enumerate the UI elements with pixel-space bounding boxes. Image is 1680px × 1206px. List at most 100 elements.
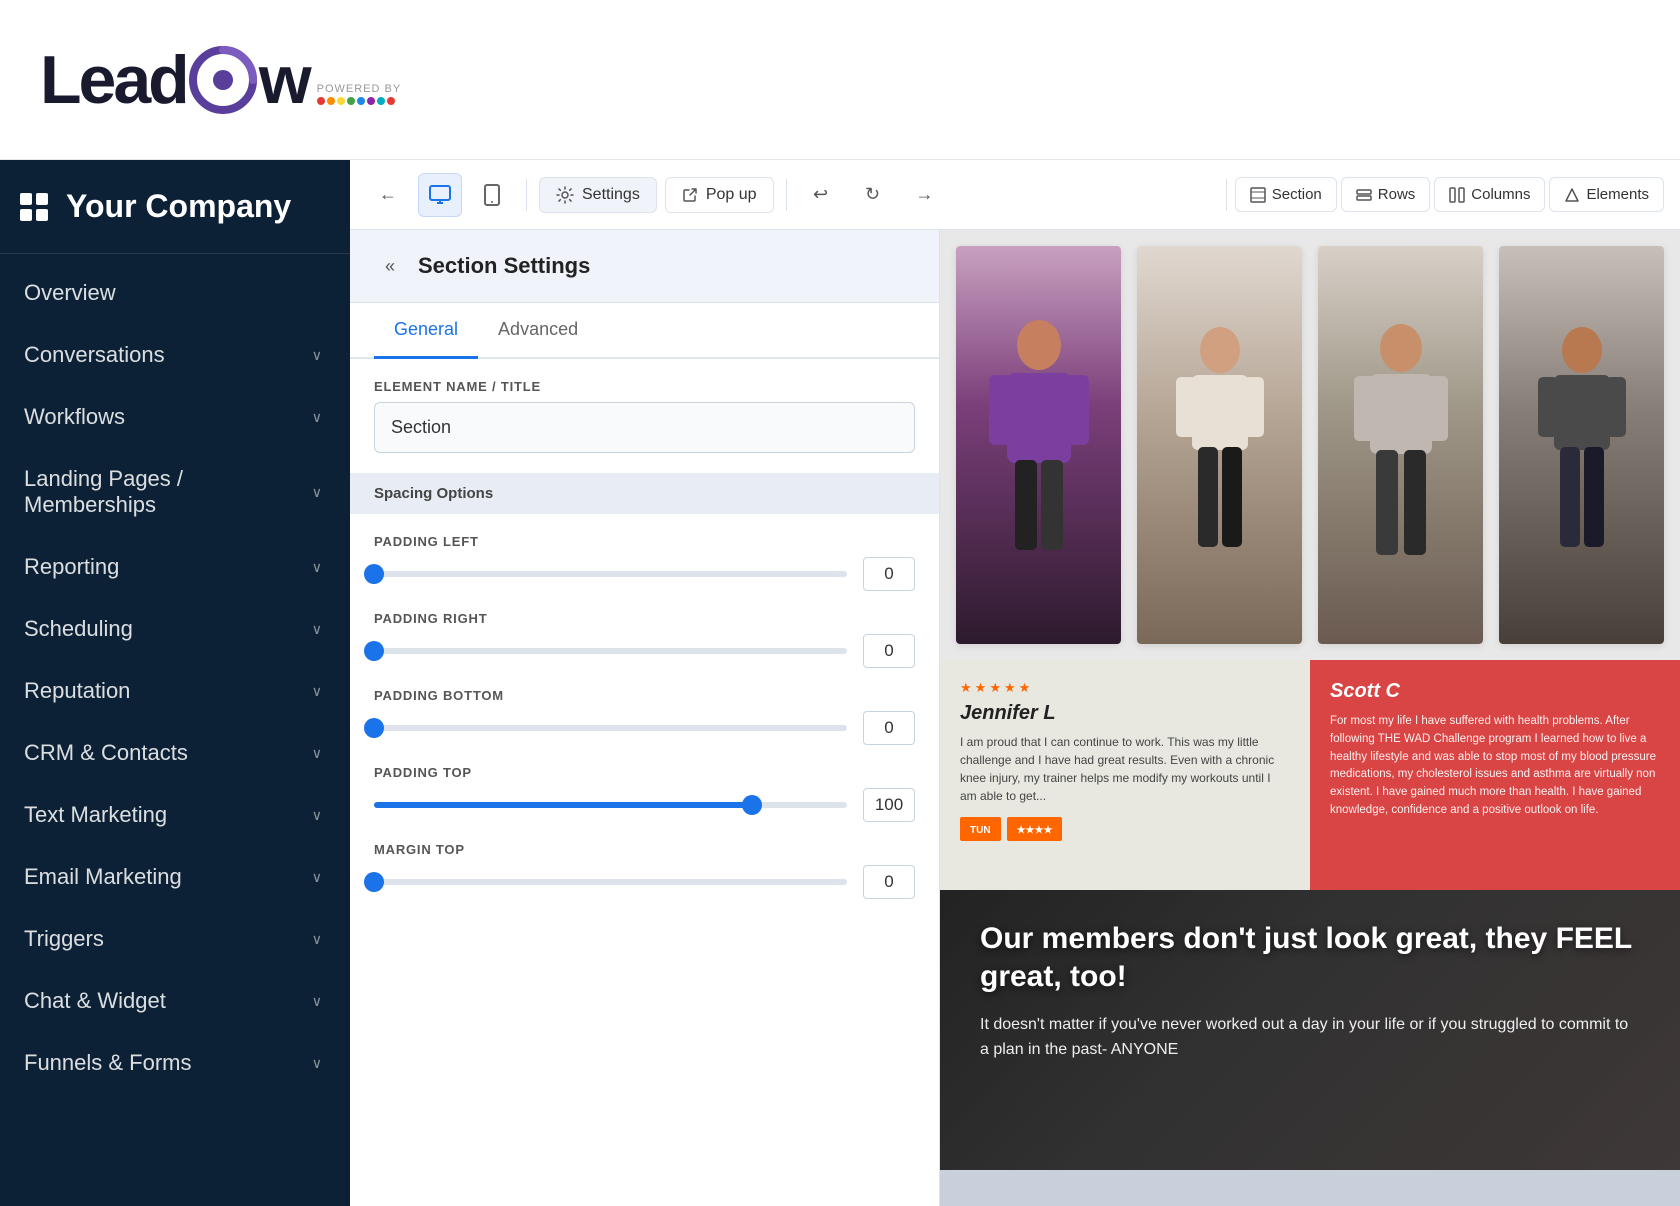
sidebar-item-conversations[interactable]: Conversations ∨ <box>0 324 350 386</box>
margin-top-label: MARGIN TOP <box>374 842 915 857</box>
desktop-view-button[interactable] <box>418 173 462 217</box>
rows-label: Rows <box>1378 186 1416 203</box>
add-elements-button[interactable]: Elements <box>1549 177 1664 212</box>
cta-text-container: Our members don't just look great, they … <box>940 890 1680 1093</box>
star-3: ★ <box>989 680 1001 696</box>
sidebar-item-label: Text Marketing <box>24 802 167 828</box>
chevron-icon: ∨ <box>312 745 322 762</box>
logo-text2: w <box>259 46 309 114</box>
sidebar-nav: Overview Conversations ∨ Workflows ∨ Lan… <box>0 254 350 1206</box>
add-columns-button[interactable]: Columns <box>1434 177 1545 212</box>
jennifer-badge-row: TUN ★★★★ <box>960 817 1290 841</box>
sidebar-item-triggers[interactable]: Triggers ∨ <box>0 908 350 970</box>
chevron-icon: ∨ <box>312 993 322 1010</box>
settings-panel: « Section Settings General Advanced ELEM… <box>350 230 940 1206</box>
padding-right-thumb[interactable] <box>364 641 384 661</box>
tab-advanced[interactable]: Advanced <box>478 303 598 359</box>
add-rows-button[interactable]: Rows <box>1341 177 1431 212</box>
padding-bottom-row: PADDING BOTTOM 0 <box>374 688 915 745</box>
margin-top-track[interactable] <box>374 879 847 885</box>
undo-button[interactable]: ↩ <box>799 173 843 217</box>
sidebar-item-email-marketing[interactable]: Email Marketing ∨ <box>0 846 350 908</box>
product-card-4[interactable] <box>1499 246 1664 644</box>
desktop-icon <box>429 184 451 206</box>
margin-top-thumb[interactable] <box>364 872 384 892</box>
settings-label: Settings <box>582 186 640 204</box>
padding-left-control: 0 <box>374 557 915 591</box>
scott-name: Scott C <box>1330 680 1660 703</box>
padding-top-value: 100 <box>863 788 915 822</box>
forward-button[interactable]: → <box>903 173 947 217</box>
scott-text: For most my life I have suffered with he… <box>1330 713 1660 820</box>
sidebar-item-label: Scheduling <box>24 616 133 642</box>
sidebar-item-landing-pages[interactable]: Landing Pages / Memberships ∨ <box>0 448 350 536</box>
product-bg-1 <box>956 246 1121 644</box>
sidebar-item-reputation[interactable]: Reputation ∨ <box>0 660 350 722</box>
chevron-icon: ∨ <box>312 621 322 638</box>
chevron-icon: ∨ <box>312 409 322 426</box>
margin-top-value: 0 <box>863 865 915 899</box>
sidebar-item-reporting[interactable]: Reporting ∨ <box>0 536 350 598</box>
separator3 <box>1226 179 1227 211</box>
company-name: Your Company <box>66 188 291 225</box>
star-2: ★ <box>975 680 987 696</box>
chevron-icon: ∨ <box>312 807 322 824</box>
sidebar-item-funnels[interactable]: Funnels & Forms ∨ <box>0 1032 350 1094</box>
elements-icon <box>1564 187 1580 203</box>
redo-button[interactable]: ↻ <box>851 173 895 217</box>
popup-label: Pop up <box>706 186 757 204</box>
padding-top-row: PADDING TOP 100 <box>374 765 915 822</box>
chevron-icon: ∨ <box>312 347 322 364</box>
element-name-input[interactable] <box>374 402 915 453</box>
toolbar-right: Section Rows Columns <box>1222 177 1664 212</box>
add-section-button[interactable]: Section <box>1235 177 1337 212</box>
padding-top-thumb[interactable] <box>742 795 762 815</box>
product-img-3 <box>1318 246 1483 644</box>
chevron-icon: ∨ <box>312 869 322 886</box>
sidebar-company[interactable]: Your Company <box>0 160 350 254</box>
jennifer-badge-2: ★★★★ <box>1007 817 1063 841</box>
margin-top-row: MARGIN TOP 0 <box>374 842 915 899</box>
padding-bottom-thumb[interactable] <box>364 718 384 738</box>
padding-top-track[interactable] <box>374 802 847 808</box>
settings-button[interactable]: Settings <box>539 177 657 213</box>
sidebar-item-label: Landing Pages / Memberships <box>24 466 312 518</box>
product-card-2[interactable] <box>1137 246 1302 644</box>
sidebar-item-text-marketing[interactable]: Text Marketing ∨ <box>0 784 350 846</box>
sidebar-item-label: Workflows <box>24 404 125 430</box>
person-svg-3 <box>1346 310 1456 580</box>
padding-right-track[interactable] <box>374 648 847 654</box>
columns-icon <box>1449 187 1465 203</box>
settings-header: « Section Settings <box>350 230 939 303</box>
testimonials-section: ★ ★ ★ ★ ★ Jennifer L I am proud that I c… <box>940 660 1680 890</box>
star-4: ★ <box>1004 680 1016 696</box>
sidebar-item-scheduling[interactable]: Scheduling ∨ <box>0 598 350 660</box>
sidebar-item-label: Reputation <box>24 678 130 704</box>
sidebar-item-overview[interactable]: Overview <box>0 262 350 324</box>
logo: Lead w POWERED BY <box>40 44 401 116</box>
chevron-icon: ∨ <box>312 683 322 700</box>
rows-icon <box>1356 187 1372 203</box>
back-button[interactable]: ← <box>366 173 410 217</box>
product-card-1[interactable] <box>956 246 1121 644</box>
jennifer-name: Jennifer L <box>960 702 1290 725</box>
grid-icon <box>20 193 48 221</box>
sidebar-item-chat-widget[interactable]: Chat & Widget ∨ <box>0 970 350 1032</box>
star-5: ★ <box>1019 680 1031 696</box>
padding-left-thumb[interactable] <box>364 564 384 584</box>
chevron-icon: ∨ <box>312 1055 322 1072</box>
collapse-button[interactable]: « <box>374 250 406 282</box>
tab-general[interactable]: General <box>374 303 478 359</box>
padding-bottom-track[interactable] <box>374 725 847 731</box>
mobile-view-button[interactable] <box>470 173 514 217</box>
margin-top-control: 0 <box>374 865 915 899</box>
padding-left-track[interactable] <box>374 571 847 577</box>
sidebar-item-crm[interactable]: CRM & Contacts ∨ <box>0 722 350 784</box>
main-layout: Your Company Overview Conversations ∨ Wo… <box>0 160 1680 1206</box>
popup-button[interactable]: Pop up <box>665 177 774 213</box>
mobile-icon <box>484 184 500 206</box>
product-card-3[interactable] <box>1318 246 1483 644</box>
products-section <box>940 230 1680 660</box>
chevron-icon: ∨ <box>312 559 322 576</box>
sidebar-item-workflows[interactable]: Workflows ∨ <box>0 386 350 448</box>
